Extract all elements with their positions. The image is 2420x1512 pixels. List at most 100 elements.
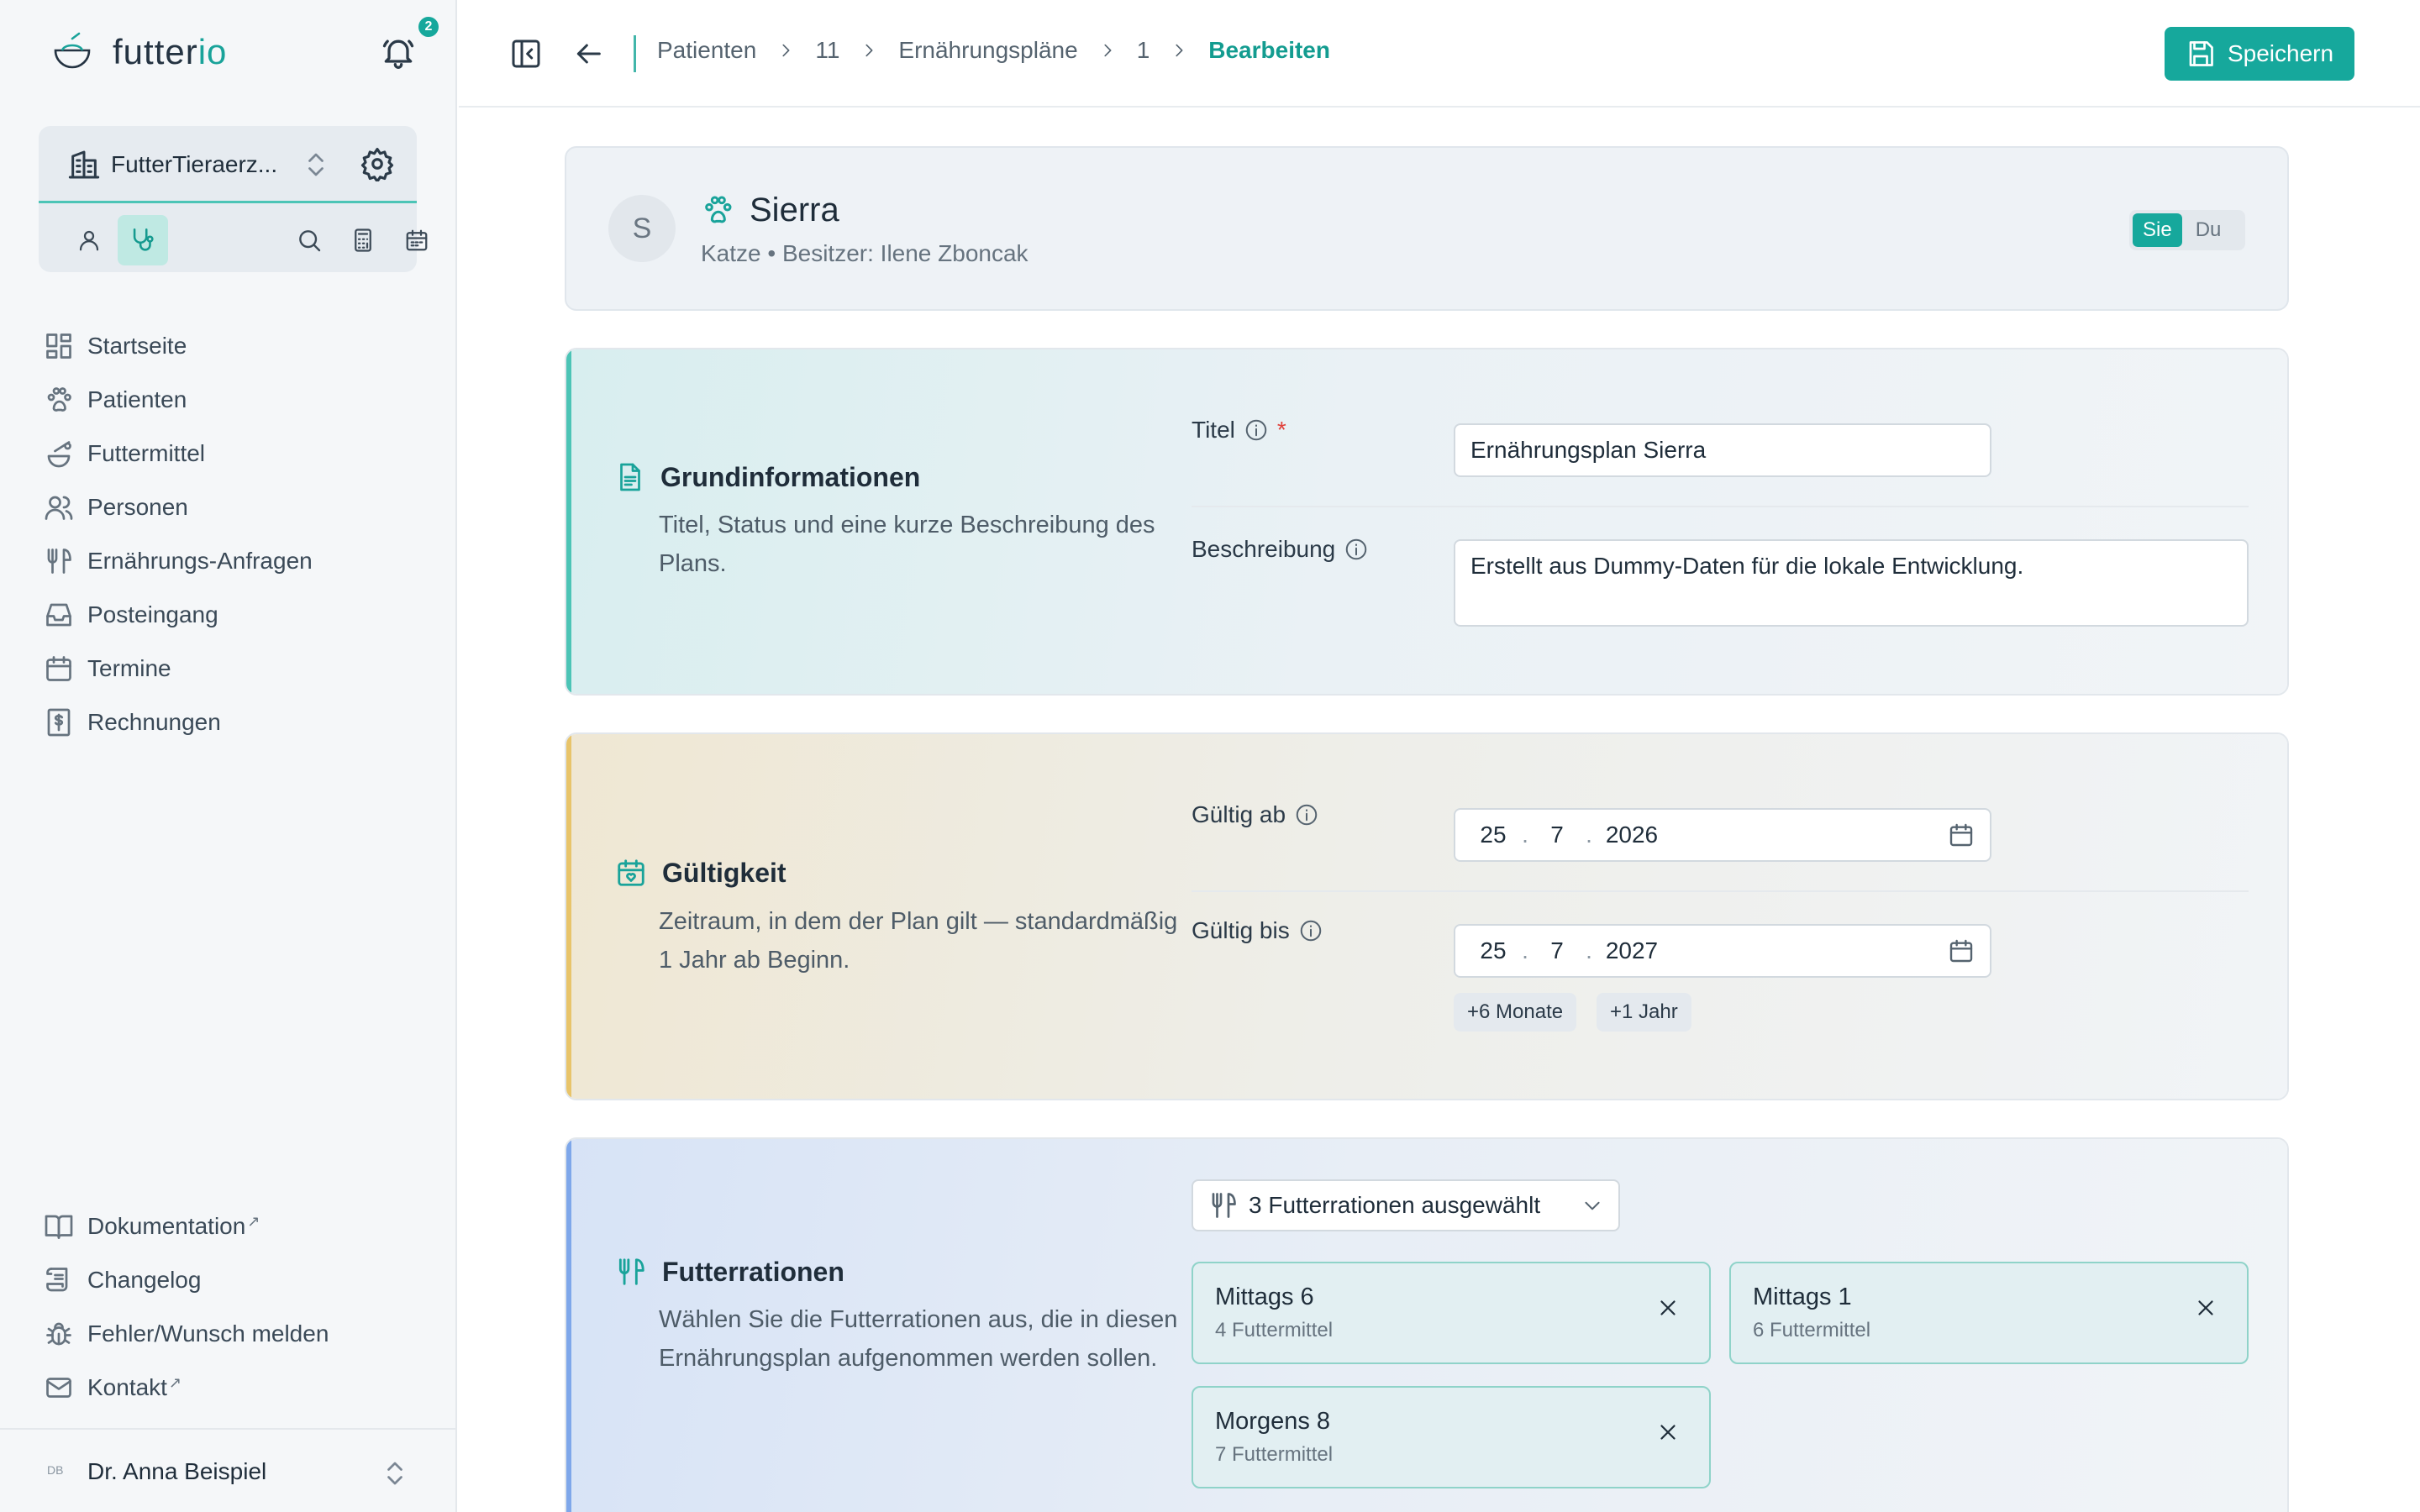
calendar-icon[interactable]	[1948, 822, 1975, 848]
patient-name: Sierra	[750, 192, 839, 228]
clinic-name: FutterTieraerz...	[111, 151, 278, 177]
person-tool[interactable]	[64, 215, 114, 265]
info-icon[interactable]	[1244, 417, 1269, 443]
required-mark: *	[1276, 417, 1286, 443]
description-textarea[interactable]: Erstellt aus Dummy-Daten für die lokale …	[1454, 539, 2249, 627]
gear-icon[interactable]	[360, 146, 395, 181]
calendar-icon[interactable]	[1948, 937, 1975, 964]
chevron-right-icon	[1104, 44, 1112, 57]
month-field[interactable]: 7	[1534, 822, 1580, 848]
ration-name: Morgens 8	[1215, 1408, 1331, 1435]
nav-label: Startseite	[87, 333, 187, 359]
notification-badge: 2	[418, 17, 439, 37]
nav-item-kontakt[interactable]: Kontakt ↗	[44, 1361, 329, 1415]
info-icon[interactable]	[1294, 802, 1319, 827]
ration-count: 7 Futtermittel	[1215, 1443, 1334, 1466]
main-nav: Startseite Patienten Futtermittel Person…	[44, 319, 313, 749]
title-input[interactable]: Ernährungsplan Sierra	[1454, 423, 1991, 477]
ration-card[interactable]: Mittags 1 6 Futtermittel	[1729, 1262, 2249, 1364]
nav-item-personen[interactable]: Personen	[44, 480, 313, 534]
ration-name: Mittags 1	[1753, 1284, 1852, 1310]
section-basics: Grundinformationen Titel, Status und ein…	[565, 348, 2289, 696]
patient-avatar: S	[608, 195, 676, 262]
address-form-toggle: Sie Du	[2129, 210, 2245, 250]
info-icon[interactable]	[1298, 918, 1323, 943]
calendar-icon	[406, 229, 428, 251]
year-field[interactable]: 2027	[1598, 937, 1665, 964]
day-field[interactable]: 25	[1470, 822, 1516, 848]
people-icon	[45, 496, 73, 520]
paw-icon	[47, 387, 71, 412]
brand-logo[interactable]: futterio	[50, 30, 227, 74]
add-6-months-button[interactable]: +6 Monate	[1454, 993, 1577, 1032]
nav-item-termine[interactable]: Termine	[44, 642, 313, 696]
stethoscope-tool[interactable]	[118, 215, 168, 265]
breadcrumb-item[interactable]: Ernährungspläne	[898, 37, 1077, 64]
calendar-icon	[46, 656, 71, 681]
save-icon	[2189, 41, 2213, 66]
patient-subtitle: Katze • Besitzer: Ilene Zboncak	[701, 240, 1028, 266]
bell-icon	[382, 39, 414, 69]
invoice-icon	[47, 708, 71, 737]
day-field[interactable]: 25	[1470, 937, 1516, 964]
secondary-nav: Dokumentation ↗ Changelog Fehler/Wunsch m…	[44, 1200, 329, 1415]
calendar-tool[interactable]	[392, 215, 442, 265]
nav-item-patienten[interactable]: Patienten	[44, 373, 313, 427]
nav-label: Dokumentation ↗	[87, 1213, 260, 1239]
valid-to-date-input[interactable]: 25 . 7 . 2027	[1454, 924, 1991, 978]
valid-from-label: Gültig ab	[1192, 801, 1319, 828]
ration-card[interactable]: Morgens 8 7 Futtermittel	[1192, 1386, 1711, 1488]
external-link-icon: ↗	[247, 1213, 260, 1230]
ration-card[interactable]: Mittags 6 4 Futtermittel	[1192, 1262, 1711, 1364]
brand-name: futterio	[113, 32, 228, 71]
valid-from-date-input[interactable]: 25 . 7 . 2026	[1454, 808, 1991, 862]
sidebar-toggle-icon[interactable]	[509, 37, 543, 71]
nav-item-ernaehrungs-anfragen[interactable]: Ernährungs-Anfragen	[44, 534, 313, 588]
add-1-year-button[interactable]: +1 Jahr	[1597, 993, 1691, 1032]
ration-select[interactable]: 3 Futterrationen ausgewählt	[1192, 1179, 1620, 1231]
close-icon[interactable]	[1655, 1295, 1681, 1320]
section-accent	[566, 734, 571, 1099]
search-tool[interactable]	[284, 215, 334, 265]
year-field[interactable]: 2026	[1598, 822, 1665, 848]
divider	[1192, 890, 2249, 892]
save-button[interactable]: Speichern	[2165, 27, 2354, 81]
user-name: Dr. Anna Beispiel	[87, 1458, 267, 1484]
toggle-sie[interactable]: Sie	[2133, 213, 2182, 247]
calculator-tool[interactable]	[338, 215, 388, 265]
stethoscope-icon	[133, 228, 154, 251]
nav-item-changelog[interactable]: Changelog	[44, 1253, 329, 1307]
nav-item-startseite[interactable]: Startseite	[44, 319, 313, 373]
nav-item-fehler-melden[interactable]: Fehler/Wunsch melden	[44, 1307, 329, 1361]
utensils-icon	[1212, 1193, 1236, 1218]
breadcrumb-item[interactable]: 11	[815, 37, 839, 64]
patient-header: S Sierra Katze • Besitzer: Ilene Zboncak…	[565, 146, 2289, 311]
section-description: Zeitraum, in dem der Plan gilt — standar…	[659, 908, 1178, 974]
nav-item-rechnungen[interactable]: Rechnungen	[44, 696, 313, 749]
scroll-icon	[46, 1268, 68, 1292]
close-icon[interactable]	[1655, 1420, 1681, 1445]
nav-item-dokumentation[interactable]: Dokumentation ↗	[44, 1200, 329, 1253]
ration-count: 6 Futtermittel	[1753, 1319, 1871, 1341]
info-icon[interactable]	[1344, 537, 1369, 562]
breadcrumb-item[interactable]: 1	[1137, 37, 1150, 64]
notifications-button[interactable]	[380, 34, 417, 71]
close-icon[interactable]	[2193, 1295, 2218, 1320]
utensils-icon	[618, 1258, 644, 1285]
breadcrumb-item[interactable]: Patienten	[657, 37, 756, 64]
section-header: Grundinformationen	[615, 460, 920, 494]
nav-item-futtermittel[interactable]: Futtermittel	[44, 427, 313, 480]
nav-item-posteingang[interactable]: Posteingang	[44, 588, 313, 642]
clinic-select[interactable]: FutterTieraerz...	[39, 126, 417, 203]
breadcrumb: Patienten 11 Ernährungspläne 1 Bearbeite…	[657, 37, 1330, 64]
user-menu[interactable]: DB Dr. Anna Beispiel	[0, 1428, 457, 1512]
description-label: Beschreibung	[1192, 536, 1369, 563]
paw-icon	[705, 196, 732, 223]
month-field[interactable]: 7	[1534, 937, 1580, 964]
document-icon	[620, 463, 640, 491]
toggle-du[interactable]: Du	[2186, 213, 2232, 247]
back-arrow-icon[interactable]	[571, 37, 605, 71]
valid-to-label: Gültig bis	[1192, 917, 1323, 944]
section-description: Titel, Status und eine kurze Beschreibun…	[659, 512, 1155, 577]
breadcrumb-current: Bearbeiten	[1208, 37, 1330, 63]
